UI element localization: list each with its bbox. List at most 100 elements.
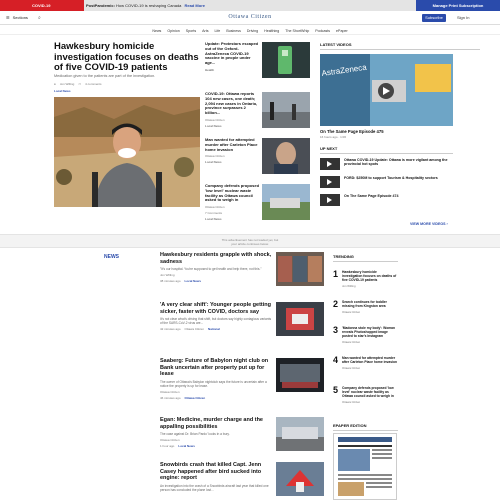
news-story-title[interactable]: Hawkesbury residents grapple with shock,… xyxy=(160,252,272,265)
news-story-title[interactable]: Snowbirds crash that killed Capt. Jenn C… xyxy=(160,462,272,482)
up-next-title[interactable]: FORD: $250M to support Tourism & Hospita… xyxy=(344,176,438,190)
nav-item-opinion[interactable]: Opinion xyxy=(167,29,179,33)
trending-author[interactable]: Ottawa Citizen xyxy=(342,400,398,404)
video-thumbnail[interactable] xyxy=(320,158,340,170)
trending-item[interactable]: 2 Search continues for toddler missing f… xyxy=(333,300,398,314)
news-story-section[interactable]: National xyxy=(208,327,220,331)
mid-story-thumbnail[interactable] xyxy=(262,42,310,78)
news-section-label[interactable]: NEWS xyxy=(104,254,119,260)
news-story-deck: The owner of Ottawa's Babylon nightclub … xyxy=(160,379,267,388)
news-story-section[interactable]: Local News xyxy=(178,444,195,448)
mid-story-thumbnail[interactable] xyxy=(262,184,310,220)
up-next-title[interactable]: Ottawa COVID-19 Update: Ottawa is more v… xyxy=(344,158,453,172)
nav-item-life[interactable]: Life xyxy=(215,29,221,33)
news-story-thumbnail[interactable] xyxy=(276,462,324,496)
nav-item-shortwhip[interactable]: The ShortWhip xyxy=(285,29,309,33)
news-story-section[interactable]: Local News xyxy=(185,279,202,283)
news-story-author[interactable]: Ottawa Citizen xyxy=(185,327,205,331)
trending-item[interactable]: 3 'Madonna stole my body': Woman reveals… xyxy=(333,326,398,344)
news-story[interactable]: Snowbirds crash that killed Capt. Jenn C… xyxy=(160,462,325,496)
hero-meta: ● Jon Willing ▭ 4 comments xyxy=(54,82,204,87)
top-bar: COVID-19 PostPandemic: How COVID-19 is r… xyxy=(0,0,500,11)
trending-author[interactable]: Ottawa Citizen xyxy=(342,340,398,344)
video-caption[interactable]: On The Same Page Episode 475 xyxy=(320,129,384,134)
hero-headline[interactable]: Hawkesbury homicide investigation focuse… xyxy=(54,41,204,74)
epaper-cover[interactable] xyxy=(333,433,397,500)
nav-item-podcasts[interactable]: Podcasts xyxy=(315,29,330,33)
up-next-item[interactable]: FORD: $250M to support Tourism & Hospita… xyxy=(320,176,453,190)
epaper-heading: EPAPER EDITION xyxy=(333,423,398,431)
trending-heading: TRENDING xyxy=(333,254,398,262)
video-player[interactable]: AstraZeneca xyxy=(320,54,453,126)
mid-story-title[interactable]: Company defends proposed 'low level' nuc… xyxy=(205,183,260,203)
trending-author[interactable]: Ottawa Citizen xyxy=(342,366,398,370)
up-next-title[interactable]: On The Same Page Episode 474 xyxy=(344,194,399,208)
mid-story-title[interactable]: Man wanted for attempted murder after Ca… xyxy=(205,137,260,152)
breaking-more-link[interactable]: Read More xyxy=(185,3,205,8)
site-header: ☰ Sections ⌕ Ottawa Citizen Subscribe Si… xyxy=(0,11,500,25)
mid-story[interactable]: Update: Protestors escaped out of the Ox… xyxy=(205,41,310,78)
video-thumbnail[interactable] xyxy=(320,176,340,188)
mid-story[interactable]: Man wanted for attempted murder after Ca… xyxy=(205,137,310,174)
news-story-thumbnail[interactable] xyxy=(276,302,324,336)
news-story-section[interactable]: Ottawa Citizen xyxy=(185,396,206,400)
mid-story-title[interactable]: COVID-19: Ottawa reports 104 new cases, … xyxy=(205,91,260,116)
breaking-text[interactable]: How COVID-19 is reshaping Canada xyxy=(116,3,181,8)
trending-title[interactable]: Man wanted for attempted murder after Ca… xyxy=(342,356,398,364)
news-story-thumbnail[interactable] xyxy=(276,358,324,392)
trending-title[interactable]: Company defends proposed 'low level' nuc… xyxy=(342,386,398,398)
news-story-title[interactable]: 'A very clear shift': Younger people get… xyxy=(160,302,272,315)
mid-story-thumbnail[interactable] xyxy=(262,138,310,174)
trending-item[interactable]: 1 Hawkesbury homicide investigation focu… xyxy=(333,270,398,288)
trending-author[interactable]: Ottawa Citizen xyxy=(342,310,398,314)
trending-section: TRENDING 1 Hawkesbury homicide investiga… xyxy=(333,254,398,404)
mid-story-thumbnail[interactable] xyxy=(262,92,310,128)
video-thumbnail[interactable] xyxy=(320,194,340,206)
trending-title[interactable]: Search continues for toddler missing fro… xyxy=(342,300,398,308)
mid-story[interactable]: COVID-19: Ottawa reports 104 new cases, … xyxy=(205,91,310,128)
nav-item-healthing[interactable]: Healthing xyxy=(264,29,279,33)
covid-button[interactable]: COVID-19 xyxy=(0,0,84,11)
news-story-thumbnail[interactable] xyxy=(276,252,324,286)
nav-item-news[interactable]: News xyxy=(152,29,161,33)
nav-item-sports[interactable]: Sports xyxy=(186,29,196,33)
news-story[interactable]: 'A very clear shift': Younger people get… xyxy=(160,302,325,336)
nav-item-epaper[interactable]: ePaper xyxy=(336,29,348,33)
mid-story-title[interactable]: Update: Protestors escaped out of the Ox… xyxy=(205,41,260,66)
nav-item-business[interactable]: Business xyxy=(226,29,241,33)
hero-comments[interactable]: 4 comments xyxy=(85,82,101,87)
trending-item[interactable]: 5 Company defends proposed 'low level' n… xyxy=(333,386,398,404)
news-story[interactable]: Hawkesbury residents grapple with shock,… xyxy=(160,252,325,286)
hero-section-link[interactable]: Local News xyxy=(54,89,204,94)
trending-title[interactable]: Hawkesbury homicide investigation focuse… xyxy=(342,270,398,282)
hero-deck: Medication given to the patients are par… xyxy=(54,74,204,94)
news-story-time: 38 minutes ago xyxy=(160,279,181,283)
breaking-label: PostPandemic: xyxy=(86,3,115,8)
view-more-videos-link[interactable]: VIEW MORE VIDEOS › xyxy=(410,222,448,226)
nav-item-driving[interactable]: Driving xyxy=(247,29,258,33)
sign-in-link[interactable]: Sign In xyxy=(457,15,469,20)
news-story-deck: An investigation into the crash of a Sno… xyxy=(160,483,269,492)
news-story[interactable]: Egan: Medicine, murder charge and the ap… xyxy=(160,417,325,451)
trending-title[interactable]: 'Madonna stole my body': Woman reveals P… xyxy=(342,326,398,338)
ad-notice-line2: your article continues below. xyxy=(231,242,269,246)
up-next-item[interactable]: Ottawa COVID-19 Update: Ottawa is more v… xyxy=(320,158,453,172)
latest-videos-section: LATEST VIDEOS xyxy=(320,42,480,50)
up-next-item[interactable]: On The Same Page Episode 474 xyxy=(320,194,453,208)
manage-subscription-button[interactable]: Manage Print Subscription xyxy=(416,0,500,11)
subscribe-button[interactable]: Subscribe xyxy=(422,14,446,22)
news-story-title[interactable]: Egan: Medicine, murder charge and the ap… xyxy=(160,417,272,430)
trending-author[interactable]: Jon Willing xyxy=(342,284,398,288)
video-meta: 16 hours ago · 1:06 xyxy=(320,135,347,139)
hero-image[interactable] xyxy=(54,97,200,207)
trending-item[interactable]: 4 Man wanted for attempted murder after … xyxy=(333,356,398,370)
breaking-news-ticker[interactable]: PostPandemic: How COVID-19 is reshaping … xyxy=(86,0,205,11)
news-story-title[interactable]: Saaberg: Future of Babylon night club on… xyxy=(160,358,272,378)
nav-item-arts[interactable]: Arts xyxy=(202,29,208,33)
hero-author[interactable]: Jon Willing xyxy=(60,82,75,87)
mid-story[interactable]: Company defends proposed 'low level' nuc… xyxy=(205,183,310,221)
news-story-thumbnail[interactable] xyxy=(276,417,324,451)
ad-placeholder: This advertisement has not loaded yet, b… xyxy=(0,234,500,248)
news-story-time: 1 hour ago xyxy=(160,444,175,448)
news-story[interactable]: Saaberg: Future of Babylon night club on… xyxy=(160,358,325,400)
